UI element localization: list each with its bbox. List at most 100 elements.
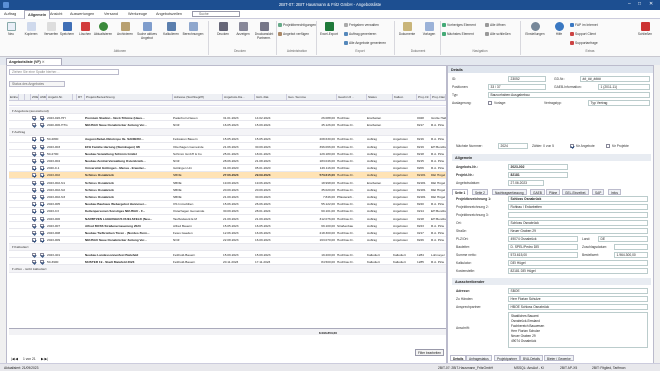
tab-angebotsliste[interactable]: Angebotsliste (VF) ✕ <box>6 58 62 65</box>
country-field[interactable]: DE <box>598 236 648 242</box>
row-checkbox[interactable] <box>40 166 44 170</box>
generate-order-button[interactable]: Auftrag generieren <box>344 32 376 37</box>
row-checkbox[interactable] <box>32 122 36 127</box>
tab-bieter-gewerke[interactable]: Bieter / Gewerke <box>544 355 574 361</box>
copy-button[interactable]: Kopieren <box>20 22 42 36</box>
tab-nachtragserfassung[interactable]: Nachtragserfassung <box>492 189 527 195</box>
row-checkbox[interactable] <box>40 202 44 206</box>
help-button[interactable]: Hilfe <box>548 22 570 36</box>
for-projects-checkbox[interactable] <box>606 144 610 148</box>
table-row[interactable]: 50-3900 MUSTER 19 - Stadt Bielefeld 2023 F… <box>9 258 446 266</box>
column-header[interactable]: Einheit <box>9 94 19 101</box>
tab-infos[interactable]: Infos <box>608 189 621 195</box>
table-row[interactable]: 2023-002-N1 Schloss Osnabrück SBOE 19.09.20… <box>9 179 446 187</box>
row-checkbox[interactable] <box>32 230 36 235</box>
close-all-button[interactable]: Alle schließen <box>485 32 511 37</box>
row-checkbox[interactable] <box>40 194 44 199</box>
menu-auftrag[interactable]: Auftrag <box>4 12 16 16</box>
table-row[interactable]: 2023-C3 Kettenpersonen Sonstiges NEUBAU -… <box>9 208 446 215</box>
menu-werkzeuge[interactable]: Werkzeuge <box>128 12 147 16</box>
site-manager-field[interactable]: D. SPEL/Pedro DEI <box>508 244 578 250</box>
preview-button[interactable]: Anzeigen <box>232 22 254 36</box>
table-row[interactable]: 2023-008 Neubau Tiefbrücken Türen - (Nord… <box>9 229 446 237</box>
next-number-field[interactable]: 2024 <box>498 143 528 149</box>
column-header[interactable]: Gült.-Dat. <box>255 94 287 101</box>
table-row[interactable]: 2023-002 Schloss Osnabrück SBOE 27.06.2023 2… <box>9 171 446 179</box>
row-checkbox[interactable] <box>32 173 36 177</box>
project-name-1-field[interactable]: Schloss Osnabrück <box>508 196 648 202</box>
documents-button[interactable]: Dokumente <box>396 22 418 36</box>
type-field[interactable]: Bauvorhaben:Ausgabebau <box>488 92 650 98</box>
column-header[interactable]: Status <box>367 94 393 101</box>
fap-internet-button[interactable]: FAP im Internet <box>570 23 598 28</box>
tab-plaene[interactable]: Pläne <box>546 189 561 195</box>
menu-versand[interactable]: Versand <box>104 12 118 16</box>
row-checkbox[interactable] <box>32 187 36 192</box>
row-checkbox[interactable] <box>40 187 44 192</box>
row-checkbox[interactable] <box>32 194 36 199</box>
row-checkbox[interactable] <box>32 252 36 256</box>
table-row[interactable]: 2020-0-1 Universität Göttingen - Mensa - … <box>9 165 446 172</box>
row-checkbox[interactable] <box>40 144 44 148</box>
pager-next-button[interactable]: ▶ ▶| <box>41 357 48 361</box>
settings-button[interactable]: Einstellungen <box>522 22 548 36</box>
award-date-field[interactable] <box>614 244 648 250</box>
tab-anfragestatus[interactable]: Anfragestatus <box>466 355 492 361</box>
open-all-button[interactable]: Alle öffnen <box>485 23 506 28</box>
row-checkbox[interactable] <box>32 137 36 141</box>
row-checkbox[interactable] <box>32 180 36 184</box>
column-header[interactable]: Angebt-Nr. <box>47 94 73 101</box>
tab-seite-1[interactable]: Seite 1 <box>452 189 469 195</box>
column-header[interactable]: Proj.-Name <box>431 94 446 101</box>
archive-button[interactable]: Archivieren <box>114 22 136 36</box>
offer-date-field[interactable]: 27.06.2023 <box>508 180 544 186</box>
previous-element-button[interactable]: Vorheriges Element <box>442 23 476 28</box>
table-row[interactable]: 2023-026-HH Premium Stadion - Nord-Tribün… <box>9 114 446 122</box>
menu-angebotszeilen[interactable]: Angebotszeilen <box>156 12 182 16</box>
column-header[interactable]: Projekt-Bezeichnung <box>85 94 173 101</box>
row-checkbox[interactable] <box>40 137 44 141</box>
group-row[interactable]: ▾ offen - nicht kalkuliert <box>9 265 446 273</box>
tab-gel[interactable]: GEL-Einzelbel. <box>562 189 590 195</box>
tab-projektpartner[interactable]: Projektpartner <box>494 355 521 361</box>
tab-bva-details[interactable]: BVA-Details <box>520 355 543 361</box>
offer-number-field[interactable]: 2023-002 <box>508 164 568 170</box>
row-checkbox[interactable] <box>40 223 44 228</box>
postal-address-field[interactable]: Staatliches Bauamt Osnabrück-Emsland Fachb… <box>508 312 648 348</box>
cost-center-field[interactable]: 82181 DEI Hügel <box>508 268 648 274</box>
tab-details[interactable]: Details <box>450 355 467 361</box>
row-checkbox[interactable] <box>32 223 36 228</box>
location-field[interactable]: Schloss Osnabrück <box>508 220 648 226</box>
table-row[interactable]: 2023-009 NEUBAU Neue Osnabrücker Zeitung … <box>9 237 446 244</box>
row-checkbox[interactable] <box>40 158 44 163</box>
edit-filter-button[interactable]: Filter bearbeiten <box>414 349 444 356</box>
search-input[interactable]: Suche <box>192 11 240 17</box>
contact-field[interactable]: HBOE Schloss Osnabrück <box>508 304 648 310</box>
street-field[interactable]: Neuer Graben 29 <box>508 228 648 234</box>
project-name-2-field[interactable]: Rohbau / Erdarbeiten <box>508 204 648 210</box>
row-checkbox[interactable] <box>32 238 36 242</box>
refresh-button[interactable]: Aktualisieren <box>92 22 114 36</box>
menu-ansicht[interactable]: Ansicht <box>50 12 62 16</box>
row-checkbox[interactable] <box>32 209 36 213</box>
table-row[interactable]: 2023-007 Alfred BOSS Straßenerneuerung 20… <box>9 222 446 230</box>
pager-first-button[interactable]: |◀ ◀ <box>11 357 18 361</box>
row-checkbox[interactable] <box>40 115 44 120</box>
column-header[interactable]: Ges. Summe <box>287 94 337 101</box>
close-button[interactable]: Schließen <box>634 22 656 36</box>
menu-allgemein[interactable]: Allgemein <box>24 10 51 19</box>
group-row[interactable]: ▾ Kalkuliert <box>9 243 446 251</box>
support-client-button[interactable]: Support Client <box>570 32 596 37</box>
table-row[interactable]: 2023-002-N3 Schloss Osnabrück SBOE 21.09.20… <box>9 193 446 201</box>
column-header[interactable]: ANR <box>39 94 47 101</box>
project-name-3-field[interactable] <box>508 212 648 218</box>
tab-sap[interactable]: SAP <box>592 189 605 195</box>
new-button[interactable]: Neu <box>0 22 22 36</box>
table-row[interactable]: 2023-003 EFH Familie Hartung (Steinkugen)… <box>9 143 446 151</box>
column-header[interactable]: Kalkul.. <box>393 94 417 101</box>
close-window-button[interactable]: ✕ <box>649 1 653 7</box>
table-row[interactable]: 50-2800 August-Bebel-Oktotrope lfe. SANIE… <box>9 136 446 143</box>
column-header[interactable]: ZOE <box>31 94 39 101</box>
table-row[interactable]: 2023-005 Neubau Bauhaus Webergebot Hannov… <box>9 201 446 208</box>
menu-auswertungen[interactable]: Auswertungen <box>70 12 94 16</box>
